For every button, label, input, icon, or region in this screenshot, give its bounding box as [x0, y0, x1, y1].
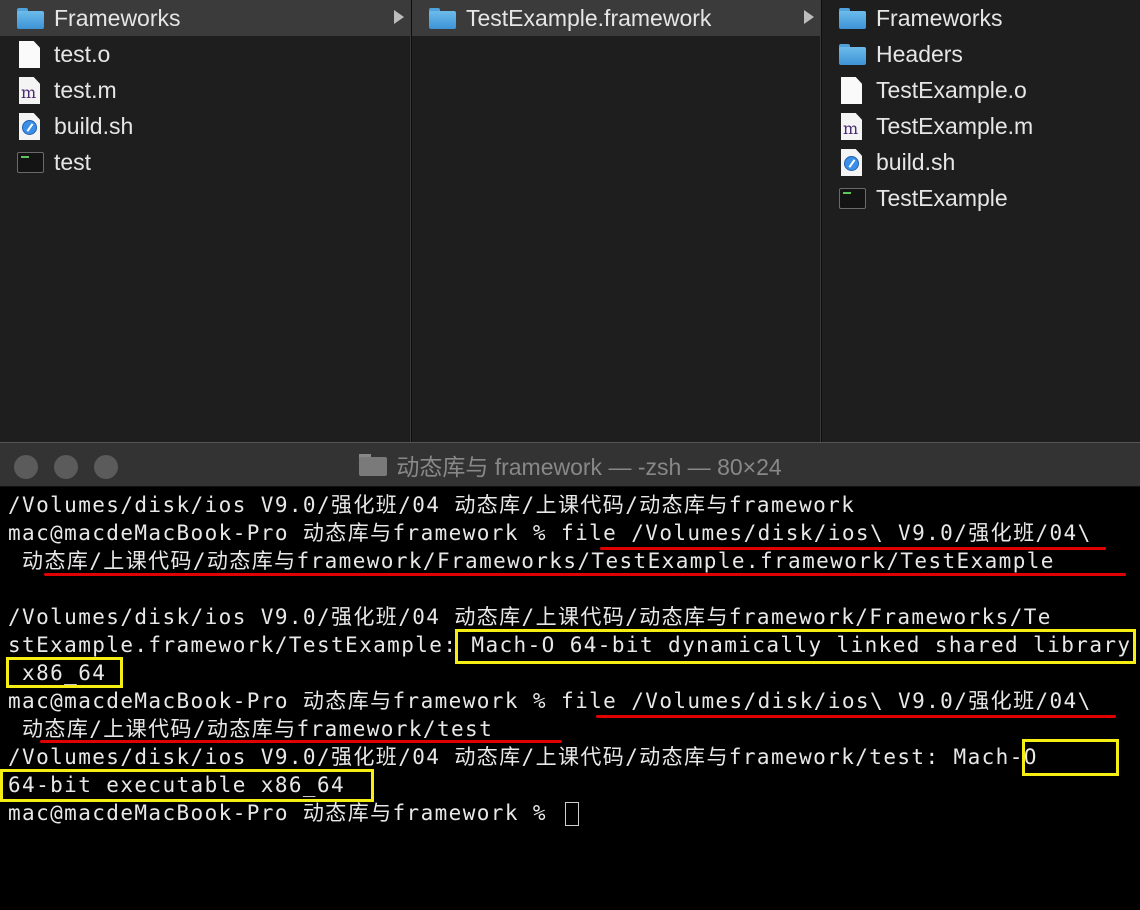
finder-item-label: Frameworks	[876, 4, 1003, 31]
red-underline-annotation	[596, 715, 1116, 718]
finder-column-3[interactable]: Frameworks Headers TestExample.o m TestE…	[822, 0, 1140, 442]
finder-item-label: TestExample	[876, 184, 1008, 211]
finder-item-label: TestExample.o	[876, 76, 1027, 103]
finder-item-label: build.sh	[876, 148, 956, 175]
prompt-text: mac@macdeMacBook-Pro 动态库与framework %	[8, 801, 562, 825]
finder-item-label: test	[54, 148, 92, 175]
shell-script-icon	[16, 113, 44, 140]
finder-column-1[interactable]: Frameworks test.o m test.m build.sh test	[0, 0, 410, 442]
terminal-line: mac@macdeMacBook-Pro 动态库与framework % fil…	[8, 689, 1092, 713]
finder-item-label: test.o	[54, 40, 111, 67]
terminal-line: 动态库/上课代码/动态库与framework/Frameworks/TestEx…	[8, 549, 1055, 573]
finder-item-testexample-framework[interactable]: TestExample.framework	[412, 0, 820, 36]
objc-source-icon: m	[16, 77, 44, 104]
terminal-executable-icon	[16, 149, 44, 175]
terminal-line: /Volumes/disk/ios V9.0/强化班/04 动态库/上课代码/动…	[8, 493, 856, 517]
folder-icon	[428, 5, 456, 31]
finder-column-browser: Frameworks test.o m test.m build.sh test…	[0, 0, 1140, 442]
yellow-highlight-box	[0, 769, 374, 802]
finder-item-headers[interactable]: Headers	[822, 36, 1140, 72]
terminal-line: mac@macdeMacBook-Pro 动态库与framework % fil…	[8, 521, 1092, 545]
finder-item-testexample[interactable]: TestExample	[822, 180, 1140, 216]
finder-item-frameworks[interactable]: Frameworks	[0, 0, 410, 36]
finder-item-build-sh[interactable]: build.sh	[0, 108, 410, 144]
chevron-right-icon	[394, 10, 404, 24]
terminal-executable-icon	[838, 185, 866, 211]
folder-icon	[358, 453, 388, 477]
window-title: 动态库与 framework — -zsh — 80×24	[0, 443, 1140, 487]
red-underline-annotation	[44, 573, 1126, 576]
folder-icon	[838, 5, 866, 31]
chevron-right-icon	[804, 10, 814, 24]
finder-item-label: build.sh	[54, 112, 134, 139]
finder-item-label: TestExample.m	[876, 112, 1034, 139]
yellow-highlight-box	[6, 657, 123, 688]
finder-item-label: TestExample.framework	[466, 4, 712, 31]
terminal-prompt-line[interactable]: mac@macdeMacBook-Pro 动态库与framework %	[8, 799, 1136, 827]
objc-source-icon: m	[838, 113, 866, 140]
finder-item-testexample-o[interactable]: TestExample.o	[822, 72, 1140, 108]
finder-item-build-sh[interactable]: build.sh	[822, 144, 1140, 180]
text-cursor	[565, 802, 580, 826]
finder-item-frameworks[interactable]: Frameworks	[822, 0, 1140, 36]
finder-item-testexample-m[interactable]: m TestExample.m	[822, 108, 1140, 144]
finder-column-2[interactable]: TestExample.framework	[412, 0, 820, 442]
finder-item-test[interactable]: test	[0, 144, 410, 180]
finder-item-test-o[interactable]: test.o	[0, 36, 410, 72]
folder-icon	[838, 41, 866, 67]
terminal-titlebar[interactable]: 动态库与 framework — -zsh — 80×24	[0, 443, 1140, 487]
yellow-highlight-box	[1022, 739, 1119, 776]
finder-item-label: Headers	[876, 40, 963, 67]
terminal-line: /Volumes/disk/ios V9.0/强化班/04 动态库/上课代码/动…	[8, 605, 1052, 629]
terminal-line: /Volumes/disk/ios V9.0/强化班/04 动态库/上课代码/动…	[8, 745, 1038, 769]
red-underline-annotation	[600, 547, 1106, 550]
document-icon	[838, 77, 866, 104]
folder-icon	[16, 5, 44, 31]
terminal-window[interactable]: 动态库与 framework — -zsh — 80×24 /Volumes/d…	[0, 442, 1140, 910]
terminal-line: 动态库/上课代码/动态库与framework/test	[8, 717, 494, 741]
red-underline-annotation	[40, 740, 562, 743]
finder-item-label: test.m	[54, 76, 117, 103]
window-title-text: 动态库与 framework — -zsh — 80×24	[396, 454, 782, 480]
finder-item-test-m[interactable]: m test.m	[0, 72, 410, 108]
document-icon	[16, 41, 44, 68]
shell-script-icon	[838, 149, 866, 176]
yellow-highlight-box	[455, 629, 1136, 664]
finder-item-label: Frameworks	[54, 4, 181, 31]
